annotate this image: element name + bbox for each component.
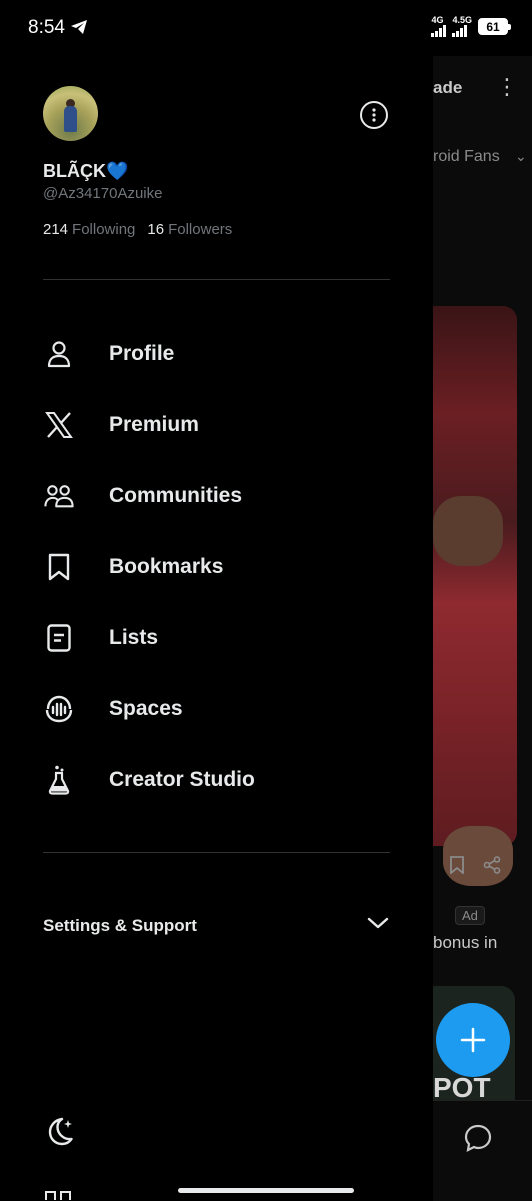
plus-icon [460, 1027, 486, 1053]
menu-item-lists[interactable]: Lists [0, 602, 433, 673]
account-more-button[interactable] [360, 101, 388, 129]
followers-label: Followers [168, 221, 233, 238]
person-icon [44, 339, 74, 369]
profile-handle: @Az34170Azuike [43, 185, 163, 202]
bookmark-icon [44, 552, 74, 582]
theme-toggle-moon-icon[interactable] [44, 1115, 76, 1152]
menu-item-bookmarks[interactable]: Bookmarks [0, 531, 433, 602]
menu-label: Lists [109, 625, 159, 649]
followers-count: 16 [147, 221, 165, 238]
more-vertical-icon [372, 108, 376, 122]
list-icon [44, 623, 74, 653]
post-image[interactable] [433, 306, 517, 886]
following-link[interactable]: 214 Following [43, 221, 135, 238]
communities-icon [44, 481, 74, 511]
post-actions [449, 856, 501, 879]
feed-title-fragment: ade [433, 78, 463, 97]
network-indicator-1: 4G [431, 16, 447, 37]
menu-label: Bookmarks [109, 554, 224, 578]
telegram-icon [70, 19, 88, 40]
menu-item-profile[interactable]: Profile [0, 318, 433, 389]
x-logo-icon [44, 410, 74, 440]
status-time: 8:54 [28, 17, 65, 38]
menu-label: Communities [109, 483, 243, 507]
status-bar: 8:54 4G 4.5G 61 [0, 0, 532, 56]
messages-icon[interactable] [463, 1123, 493, 1158]
battery-indicator: 61 [478, 18, 511, 35]
chevron-down-icon [367, 916, 389, 935]
settings-support-toggle[interactable]: Settings & Support [43, 905, 393, 947]
ad-text-fragment: bonus in [433, 933, 498, 952]
home-indicator[interactable] [178, 1188, 354, 1193]
spaces-icon [44, 694, 74, 724]
settings-support-label: Settings & Support [43, 916, 197, 935]
qr-code-icon[interactable] [44, 1190, 72, 1200]
bookmark-icon[interactable] [449, 856, 465, 879]
network-indicator-2: 4.5G [452, 16, 472, 37]
profile-name[interactable]: BLÃÇK💙 [43, 161, 128, 182]
menu-label: Spaces [109, 696, 183, 720]
following-count: 214 [43, 221, 69, 238]
drawer-menu: Profile Premium Communities Bookmarks Li… [0, 318, 433, 815]
followers-link[interactable]: 16 Followers [147, 221, 232, 238]
avatar[interactable] [43, 86, 98, 141]
menu-item-premium[interactable]: Premium [0, 389, 433, 460]
feed-more-icon[interactable]: ⋮ [496, 74, 518, 100]
divider [43, 279, 390, 280]
divider [43, 852, 390, 853]
ad-badge: Ad [455, 906, 485, 925]
chevron-down-icon[interactable]: ⌄ [515, 148, 527, 165]
following-label: Following [72, 221, 136, 238]
follow-stats: 214 Following 16 Followers [43, 221, 232, 238]
menu-item-creator-studio[interactable]: Creator Studio [0, 744, 433, 815]
compose-button[interactable] [436, 1003, 510, 1077]
menu-item-communities[interactable]: Communities [0, 460, 433, 531]
navigation-drawer: BLÃÇK💙 @Az34170Azuike 214 Following 16 Fol… [0, 0, 433, 1200]
bottom-nav-bar [433, 1100, 532, 1201]
share-icon[interactable] [483, 856, 501, 879]
menu-item-spaces[interactable]: Spaces [0, 673, 433, 744]
menu-label: Creator Studio [109, 767, 255, 791]
feed-tab-fragment[interactable]: roid Fans [433, 148, 500, 166]
flask-icon [44, 765, 74, 795]
menu-label: Profile [109, 341, 175, 365]
menu-label: Premium [109, 412, 199, 436]
